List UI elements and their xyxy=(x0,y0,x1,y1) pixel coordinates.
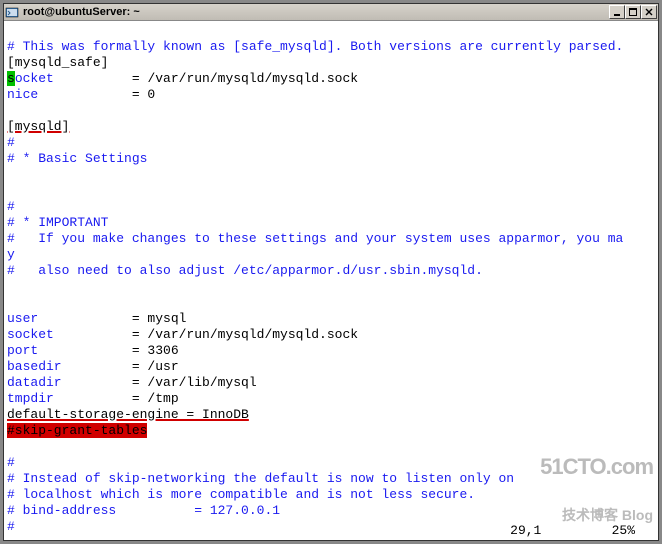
config-key: nice xyxy=(7,87,38,102)
config-key: socket xyxy=(7,327,54,342)
comment-line: # xyxy=(7,199,15,214)
window-title: root@ubuntuServer: ~ xyxy=(23,6,140,18)
config-key: port xyxy=(7,343,38,358)
comment-line: # xyxy=(7,135,15,150)
close-button[interactable] xyxy=(641,5,657,19)
config-key: user xyxy=(7,311,38,326)
config-line-highlighted: default-storage-engine = InnoDB xyxy=(7,407,249,422)
config-key: ocket xyxy=(15,71,54,86)
config-value: = 0 xyxy=(38,87,155,102)
comment-wrap: y xyxy=(7,247,15,262)
watermark-line2: 技术博客 Blog xyxy=(540,507,653,523)
config-key: basedir xyxy=(7,359,62,374)
window-controls xyxy=(609,5,657,19)
comment-line: # * IMPORTANT xyxy=(7,215,108,230)
comment-line: # This was formally known as [safe_mysql… xyxy=(7,39,623,54)
scroll-percent: 25% xyxy=(612,523,635,538)
terminal-content[interactable]: # This was formally known as [safe_mysql… xyxy=(3,21,659,541)
cursor: s xyxy=(7,71,15,86)
config-value: = 3306 xyxy=(38,343,178,358)
terminal-icon xyxy=(5,5,19,19)
comment-line: # xyxy=(7,455,15,470)
config-value: = /tmp xyxy=(54,391,179,406)
section-header: [mysqld_safe] xyxy=(7,55,108,70)
section-header-highlighted: [mysqld] xyxy=(7,119,69,134)
config-key: tmpdir xyxy=(7,391,54,406)
watermark-line1: 51CTO.com xyxy=(540,459,653,475)
config-value: = mysql xyxy=(38,311,186,326)
config-value: = /usr xyxy=(62,359,179,374)
cursor-position: 29,1 xyxy=(510,523,541,538)
comment-line: # If you make changes to these settings … xyxy=(7,231,623,246)
config-key: datadir xyxy=(7,375,62,390)
comment-line: # xyxy=(7,519,15,534)
comment-line: # bind-address = 127.0.0.1 xyxy=(7,503,280,518)
minimize-button[interactable] xyxy=(609,5,625,19)
maximize-button[interactable] xyxy=(625,5,641,19)
comment-line: # localhost which is more compatible and… xyxy=(7,487,475,502)
comment-line: # also need to also adjust /etc/apparmor… xyxy=(7,263,483,278)
comment-line: # * Basic Settings xyxy=(7,151,147,166)
comment-line: # Instead of skip-networking the default… xyxy=(7,471,514,486)
config-value: = /var/lib/mysql xyxy=(62,375,257,390)
window-titlebar: root@ubuntuServer: ~ xyxy=(3,3,659,21)
comment-line-highlighted: #skip-grant-tables xyxy=(7,423,147,438)
config-value: = /var/run/mysqld/mysqld.sock xyxy=(54,327,358,342)
title-left: root@ubuntuServer: ~ xyxy=(5,5,140,19)
vim-status-line: 29,1 25% xyxy=(510,523,635,539)
config-value: = /var/run/mysqld/mysqld.sock xyxy=(54,71,358,86)
